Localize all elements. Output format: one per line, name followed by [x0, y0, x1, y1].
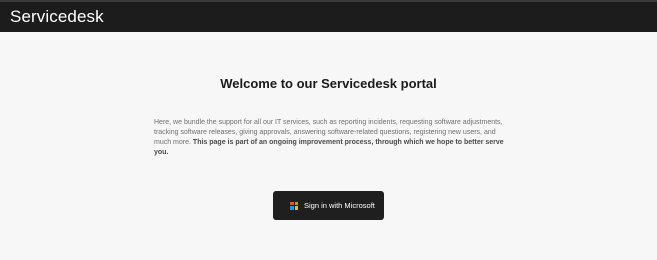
app-title[interactable]: Servicedesk [10, 7, 104, 27]
intro-bold-text: This page is part of an ongoing improvem… [154, 139, 504, 156]
microsoft-logo-icon [290, 201, 299, 210]
sign-in-with-microsoft-button[interactable]: Sign in with Microsoft [273, 191, 384, 220]
top-bar: Servicedesk [0, 0, 657, 32]
sign-in-button-label: Sign in with Microsoft [304, 201, 375, 210]
intro-paragraph: Here, we bundle the support for all our … [154, 118, 504, 158]
main-content: Welcome to our Servicedesk portal Here, … [0, 32, 657, 260]
welcome-heading: Welcome to our Servicedesk portal [220, 76, 437, 91]
